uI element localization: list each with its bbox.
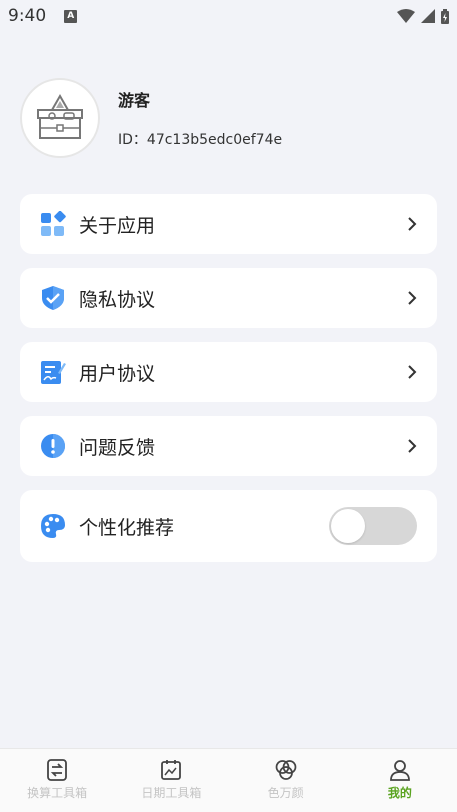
chevron-right-icon: [408, 217, 417, 231]
status-icons: [397, 8, 449, 24]
exclamation-circle-icon: [39, 432, 67, 460]
avatar[interactable]: [20, 78, 100, 158]
nav-label: 色万颜: [267, 786, 304, 800]
menu-item-user-agreement[interactable]: 用户协议: [20, 342, 437, 402]
menu-label: 关于应用: [79, 214, 156, 237]
palette-icon: [39, 512, 67, 540]
menu-item-about[interactable]: 关于应用: [20, 194, 437, 254]
bottom-nav: 换算工具箱 日期工具箱 色万颜 我的: [0, 748, 457, 812]
document-sign-icon: [39, 358, 67, 386]
settings-menu: 关于应用 隐私协议 用户协议 问题反馈 个性化推荐: [20, 194, 437, 576]
nav-tab-mine[interactable]: 我的: [343, 749, 457, 812]
nav-tab-color[interactable]: 色万颜: [229, 749, 343, 812]
personalization-toggle[interactable]: [329, 507, 417, 545]
nav-label: 换算工具箱: [27, 786, 88, 800]
menu-label: 个性化推荐: [79, 516, 175, 539]
nav-tab-convert[interactable]: 换算工具箱: [0, 749, 114, 812]
nav-tab-date[interactable]: 日期工具箱: [114, 749, 228, 812]
profile-header: 游客 ID：47c13b5edc0ef74e: [20, 78, 282, 158]
signal-icon: [421, 9, 435, 23]
notification-icon: A: [64, 9, 78, 23]
wifi-icon: [397, 9, 415, 23]
person-icon: [389, 760, 410, 781]
menu-item-feedback[interactable]: 问题反馈: [20, 416, 437, 476]
color-circles-icon: [275, 760, 296, 780]
username: 游客: [118, 91, 151, 110]
nav-label: 我的: [387, 786, 412, 800]
chevron-right-icon: [408, 439, 417, 453]
menu-item-privacy[interactable]: 隐私协议: [20, 268, 437, 328]
chevron-right-icon: [408, 365, 417, 379]
shield-check-icon: [39, 284, 67, 312]
calendar-icon: [161, 760, 182, 780]
battery-icon: [441, 8, 449, 24]
apps-grid-icon: [39, 210, 67, 238]
chevron-right-icon: [408, 291, 417, 305]
convert-icon: [47, 759, 68, 781]
menu-label: 隐私协议: [79, 288, 156, 311]
menu-item-personalization: 个性化推荐: [20, 490, 437, 562]
menu-label: 问题反馈: [79, 436, 156, 459]
nav-label: 日期工具箱: [141, 786, 202, 800]
toggle-knob: [331, 509, 365, 543]
menu-label: 用户协议: [79, 362, 156, 385]
user-id: ID：47c13b5edc0ef74e: [118, 132, 283, 148]
status-time: 9:40: [8, 6, 47, 26]
toolbox-icon: [37, 93, 83, 139]
status-bar: 9:40 A: [0, 0, 457, 32]
